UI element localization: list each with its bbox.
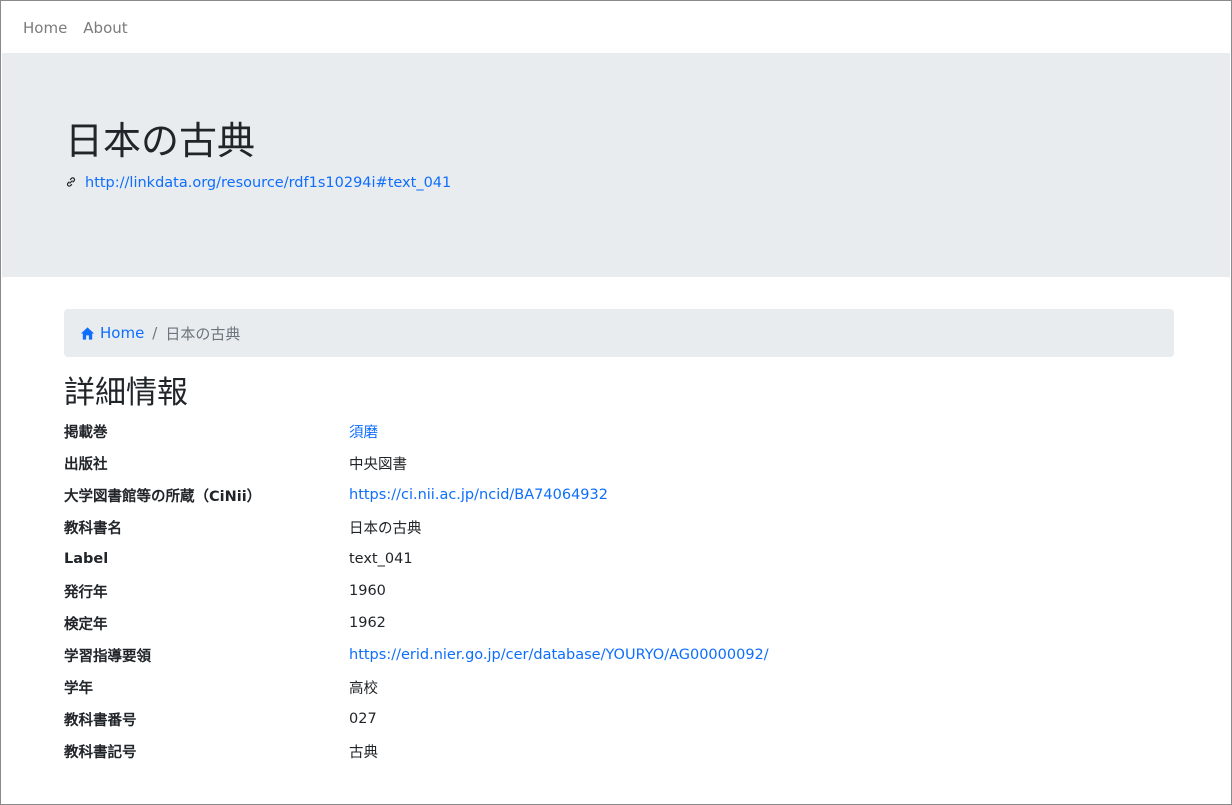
detail-value-cell: https://erid.nier.go.jp/cer/database/YOU… (349, 647, 769, 663)
detail-row: 学年 高校 (64, 671, 1174, 703)
detail-value-link[interactable]: https://ci.nii.ac.jp/ncid/BA74064932 (349, 487, 608, 503)
details-heading: 詳細情報 (64, 375, 188, 411)
detail-value: 1962 (349, 615, 386, 631)
detail-value: 中央図書 (349, 456, 407, 473)
detail-row: 大学図書館等の所蔵（CiNii） https://ci.nii.ac.jp/nci… (64, 479, 1174, 511)
detail-value-cell: 古典 (349, 741, 378, 762)
detail-value-cell: 1962 (349, 615, 386, 631)
detail-value-cell: 027 (349, 711, 377, 727)
jumbotron-header: 日本の古典 http://linkdata.org/resource/rdf1s… (2, 53, 1230, 277)
detail-value-cell: 高校 (349, 677, 378, 698)
detail-value-link[interactable]: 須磨 (349, 425, 378, 441)
detail-row: 学習指導要領 https://erid.nier.go.jp/cer/databa… (64, 639, 1174, 671)
detail-key: 学年 (64, 680, 93, 697)
detail-key: 学習指導要領 (64, 648, 151, 665)
detail-key: 発行年 (64, 584, 108, 601)
detail-key: 出版社 (64, 456, 108, 473)
nav-about-link[interactable]: About (83, 19, 127, 37)
resource-uri-row: http://linkdata.org/resource/rdf1s10294i… (65, 175, 451, 191)
details-table: 掲載巻 須磨出版社 中央図書大学図書館等の所蔵（CiNii） https://ci.n… (64, 415, 1174, 767)
detail-value: 027 (349, 711, 377, 727)
detail-key: 教科書記号 (64, 744, 137, 761)
detail-key: 掲載巻 (64, 424, 108, 441)
detail-value-link[interactable]: https://erid.nier.go.jp/cer/database/YOU… (349, 647, 769, 663)
detail-row: 教科書番号 027 (64, 703, 1174, 735)
detail-value: 日本の古典 (349, 520, 422, 537)
detail-row: 掲載巻 須磨 (64, 415, 1174, 447)
top-navbar: Home About (2, 2, 1230, 53)
breadcrumb-current: 日本の古典 (165, 324, 241, 343)
browser-frame: Home About 日本の古典 http://linkdata.org/res… (0, 0, 1232, 805)
detail-key: 検定年 (64, 616, 108, 633)
detail-row: 教科書名 日本の古典 (64, 511, 1174, 543)
detail-value: 古典 (349, 744, 378, 761)
detail-value-cell: 中央図書 (349, 453, 407, 474)
breadcrumb: Home / 日本の古典 (64, 309, 1174, 357)
detail-key: Label (64, 551, 109, 567)
detail-row: 検定年 1962 (64, 607, 1174, 639)
detail-row: Label text_041 (64, 543, 1174, 575)
detail-key: 大学図書館等の所蔵（CiNii） (64, 488, 262, 505)
detail-row: 出版社 中央図書 (64, 447, 1174, 479)
detail-value-cell: 日本の古典 (349, 517, 422, 538)
detail-value: text_041 (349, 551, 413, 567)
home-icon[interactable] (80, 326, 95, 341)
detail-value: 高校 (349, 680, 378, 697)
detail-key: 教科書名 (64, 520, 122, 537)
detail-value: 1960 (349, 583, 386, 599)
breadcrumb-separator: / (152, 324, 158, 342)
nav-home-link[interactable]: Home (23, 19, 67, 37)
detail-row: 教科書記号 古典 (64, 735, 1174, 767)
detail-value-cell: 1960 (349, 583, 386, 599)
resource-uri-link[interactable]: http://linkdata.org/resource/rdf1s10294i… (85, 175, 451, 191)
detail-value-cell: https://ci.nii.ac.jp/ncid/BA74064932 (349, 487, 608, 503)
link-icon (65, 176, 79, 190)
detail-row: 発行年 1960 (64, 575, 1174, 607)
breadcrumb-home-link[interactable]: Home (100, 324, 144, 342)
detail-value-cell: 須磨 (349, 421, 378, 442)
page-title: 日本の古典 (65, 119, 256, 163)
detail-value-cell: text_041 (349, 551, 413, 567)
detail-key: 教科書番号 (64, 712, 137, 729)
